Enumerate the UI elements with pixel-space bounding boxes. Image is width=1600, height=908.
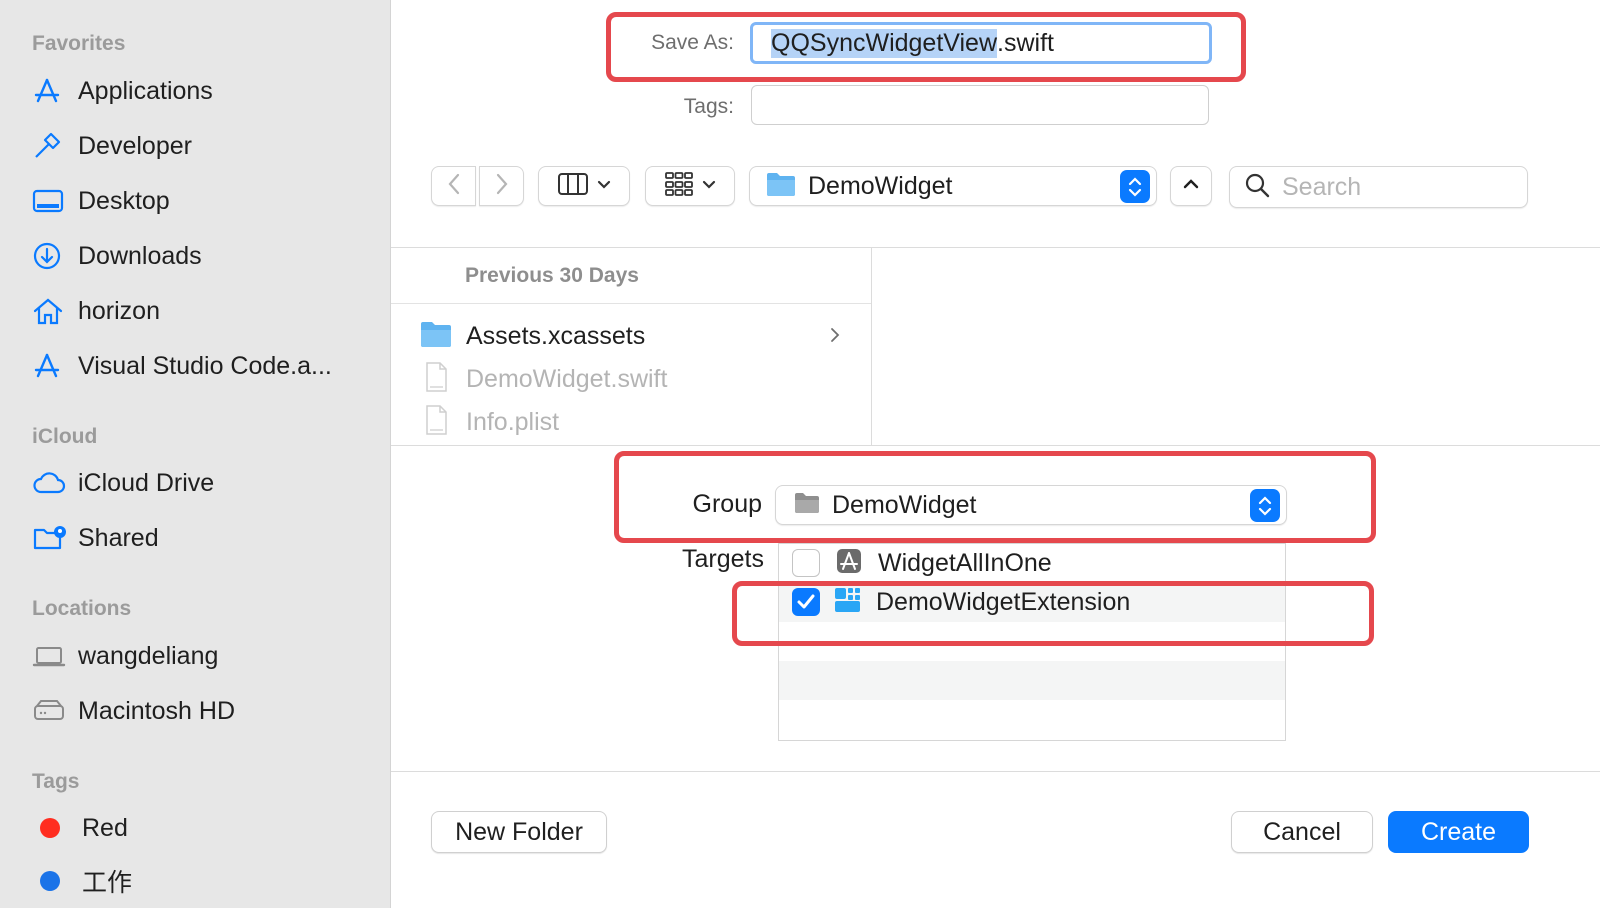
back-button[interactable] (431, 166, 476, 206)
sidebar-item-tag-work[interactable]: 工作 (32, 861, 372, 901)
sidebar-item-wangdeliang[interactable]: wangdeliang (32, 636, 372, 676)
file-row-info-plist: Info.plist (420, 402, 850, 442)
highlight-box-group (614, 451, 1376, 543)
sidebar-item-label: 工作 (82, 869, 133, 897)
sidebar-item-applications[interactable]: Applications (32, 71, 372, 111)
desktop-icon (32, 185, 68, 217)
sidebar-item-shared[interactable]: Shared (32, 518, 372, 558)
laptop-icon (32, 640, 68, 672)
sidebar-item-label: Developer (78, 131, 192, 160)
sidebar-item-icloud-drive[interactable]: iCloud Drive (32, 463, 372, 503)
file-name: DemoWidget.swift (466, 364, 668, 393)
app-target-icon (836, 548, 862, 579)
favorites-header: Favorites (32, 32, 126, 55)
tags-header: Tags (32, 770, 80, 793)
sidebar-item-label: Desktop (78, 186, 170, 215)
sidebar-item-label: horizon (78, 296, 160, 325)
group-by-button[interactable] (645, 166, 735, 206)
columns-view-icon (557, 172, 589, 201)
disk-icon (32, 695, 68, 727)
highlight-box-save-as (606, 12, 1246, 82)
highlight-box-target (732, 581, 1374, 646)
location-popup[interactable]: DemoWidget (749, 166, 1157, 206)
list-stripe (779, 661, 1285, 700)
sidebar-item-label: wangdeliang (78, 641, 219, 670)
search-icon (1244, 172, 1270, 203)
location-name: DemoWidget (808, 171, 953, 200)
section-header-previous-30-days: Previous 30 Days (465, 264, 639, 287)
sidebar-item-tag-red[interactable]: Red (32, 808, 372, 848)
blue-tag-icon (40, 871, 60, 891)
new-folder-button[interactable]: New Folder (431, 811, 607, 853)
home-icon (32, 295, 68, 327)
section-header-divider (391, 303, 871, 304)
file-row-demowidget-swift: DemoWidget.swift (420, 359, 850, 399)
file-row-assets[interactable]: Assets.xcassets (420, 316, 850, 356)
plist-file-icon (420, 404, 452, 441)
chevron-down-icon (597, 177, 611, 195)
parent-folder-button[interactable] (1170, 166, 1212, 206)
grid-view-icon (664, 171, 694, 202)
cancel-button[interactable]: Cancel (1231, 811, 1373, 853)
sidebar-item-horizon[interactable]: horizon (32, 291, 372, 331)
view-mode-button[interactable] (538, 166, 630, 206)
file-name: Info.plist (466, 407, 560, 436)
sidebar-item-label: Macintosh HD (78, 696, 235, 725)
tags-label: Tags: (683, 95, 734, 118)
chevron-right-icon (830, 326, 840, 349)
sidebar-item-label: Visual Studio Code.a... (78, 351, 332, 380)
applications-icon (32, 75, 68, 107)
cloud-icon (32, 467, 68, 499)
applications-icon (32, 350, 68, 382)
sidebar-item-label: Red (82, 813, 128, 842)
target-checkbox[interactable] (792, 549, 820, 577)
tags-field[interactable] (751, 85, 1209, 125)
chevron-right-icon (495, 172, 509, 201)
locations-header: Locations (32, 597, 132, 620)
targets-label: Targets (682, 545, 764, 573)
red-tag-icon (40, 818, 60, 838)
column-divider (871, 248, 872, 445)
search-placeholder: Search (1282, 172, 1362, 201)
sidebar-item-developer[interactable]: Developer (32, 126, 372, 166)
icloud-header: iCloud (32, 425, 98, 448)
browser-bottom-divider (391, 445, 1600, 446)
folder-icon (766, 171, 796, 202)
chevron-down-icon (702, 177, 716, 195)
target-row-widgetallinone[interactable]: WidgetAllInOne (792, 546, 1272, 580)
downloads-icon (32, 240, 68, 272)
hammer-icon (32, 130, 68, 162)
forward-button[interactable] (479, 166, 524, 206)
file-name: Assets.xcassets (466, 321, 646, 350)
sidebar-item-macintosh-hd[interactable]: Macintosh HD (32, 691, 372, 731)
sidebar-item-label: iCloud Drive (78, 468, 215, 497)
create-button[interactable]: Create (1388, 811, 1529, 853)
sidebar-item-desktop[interactable]: Desktop (32, 181, 372, 221)
search-field[interactable]: Search (1229, 166, 1528, 208)
sidebar-item-label: Downloads (78, 241, 202, 270)
sidebar-item-label: Shared (78, 523, 159, 552)
swift-file-icon (420, 361, 452, 398)
footer-divider (391, 771, 1600, 772)
sidebar-item-label: Applications (78, 76, 213, 105)
sidebar-item-visual-studio-code[interactable]: Visual Studio Code.a... (32, 346, 372, 386)
shared-folder-icon (32, 522, 68, 554)
browser-top-divider (391, 247, 1600, 248)
target-name: WidgetAllInOne (878, 548, 1052, 577)
chevron-left-icon (447, 172, 461, 201)
updown-chevron-icon (1120, 170, 1150, 203)
chevron-up-icon (1183, 177, 1199, 195)
sidebar: Favorites Applications Developer Desktop… (0, 0, 391, 908)
folder-icon (420, 320, 452, 353)
sidebar-item-downloads[interactable]: Downloads (32, 236, 372, 276)
